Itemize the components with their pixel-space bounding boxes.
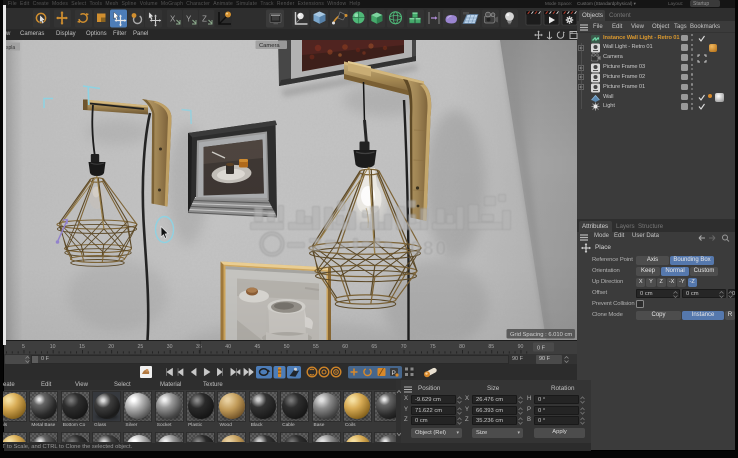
svg-text:15: 15 [79, 344, 85, 350]
svg-text:55: 55 [313, 344, 319, 350]
svg-text:75: 75 [430, 344, 436, 350]
svg-text:90: 90 [518, 344, 524, 350]
svg-text:80: 80 [459, 344, 465, 350]
svg-text:45: 45 [255, 344, 261, 350]
svg-text:30: 30 [167, 344, 173, 350]
svg-text:65: 65 [371, 344, 377, 350]
svg-text:X: X [170, 15, 176, 24]
svg-text:10: 10 [50, 344, 56, 350]
svg-text:0 F: 0 F [537, 346, 546, 352]
svg-text:60: 60 [342, 344, 348, 350]
svg-text:40: 40 [225, 344, 231, 350]
svg-text:P: P [392, 370, 396, 377]
svg-text:85: 85 [488, 344, 494, 350]
svg-text:35: 35 [196, 344, 202, 350]
svg-text:70: 70 [401, 344, 407, 350]
svg-text:25: 25 [138, 344, 144, 350]
svg-text:Z: Z [202, 15, 207, 24]
svg-text:Camera: Camera [259, 43, 280, 49]
svg-text:Grid Spacing : 6.010 cm: Grid Spacing : 6.010 cm [510, 332, 572, 338]
svg-text:spla: spla [6, 45, 15, 51]
svg-text:5: 5 [22, 344, 25, 350]
svg-text:20: 20 [108, 344, 114, 350]
svg-text:Y: Y [186, 15, 192, 24]
svg-text:50: 50 [284, 344, 290, 350]
